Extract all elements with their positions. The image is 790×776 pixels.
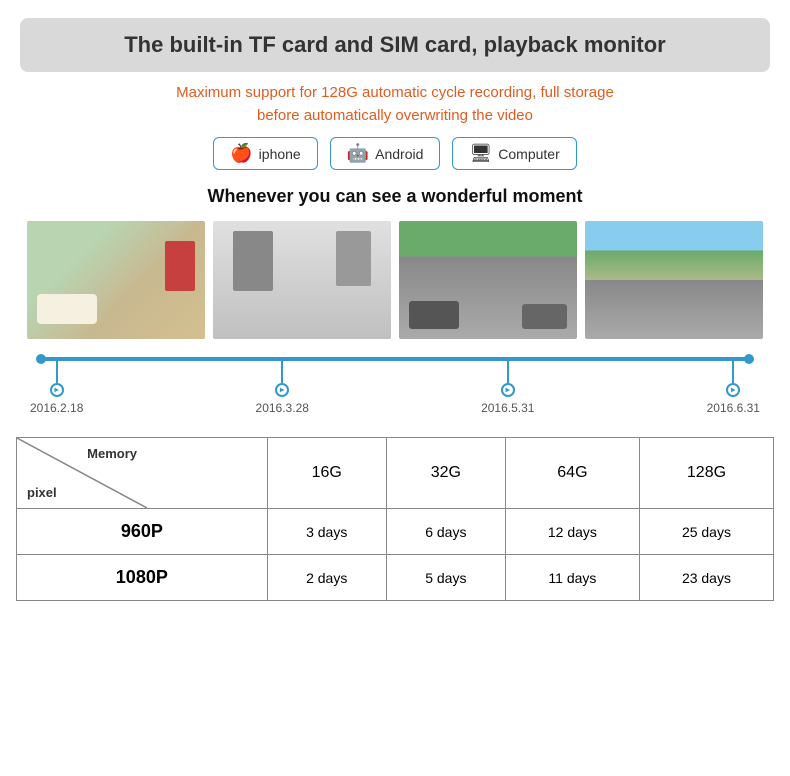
platform-buttons: 🍎 iphone 🤖 Android 🖥 Computer <box>0 137 790 170</box>
resolution-1080P: 1080P <box>17 555 268 601</box>
table-cell-0-2: 12 days <box>505 509 639 555</box>
table-cell-0-0: 3 days <box>267 509 386 555</box>
timeline-date-1: 2016.2.18 <box>30 401 83 415</box>
col-header-128g: 128G <box>639 438 773 509</box>
table-cell-1-2: 11 days <box>505 555 639 601</box>
table-cell-0-3: 25 days <box>639 509 773 555</box>
subtitle: Maximum support for 128G automatic cycle… <box>20 82 770 127</box>
timeline-section: 2016.2.18 2016.3.28 2016.5.31 2016.6.31 <box>30 357 760 415</box>
photo-living-room <box>27 221 205 339</box>
timeline-marker-2: 2016.3.28 <box>256 361 309 415</box>
iphone-button[interactable]: 🍎 iphone <box>213 137 317 170</box>
timeline-date-3: 2016.5.31 <box>481 401 534 415</box>
subtitle-line2: before automatically overwriting the vid… <box>257 107 533 124</box>
android-icon: 🤖 <box>347 143 369 164</box>
header-banner: The built-in TF card and SIM card, playb… <box>20 18 770 72</box>
timeline-dot-3 <box>501 383 515 397</box>
table-cell-1-3: 23 days <box>639 555 773 601</box>
android-button[interactable]: 🤖 Android <box>330 137 441 170</box>
timeline-stick-4 <box>732 361 734 383</box>
computer-button[interactable]: 🖥 Computer <box>452 137 576 170</box>
table-cell-1-0: 2 days <box>267 555 386 601</box>
computer-label: Computer <box>498 146 559 162</box>
table-cell-0-1: 6 days <box>386 509 505 555</box>
diagonal-header-cell: Memory pixel <box>17 438 268 509</box>
timeline-dot-2 <box>275 383 289 397</box>
photo-strip <box>16 221 774 339</box>
timeline-marker-4: 2016.6.31 <box>707 361 760 415</box>
moment-heading: Whenever you can see a wonderful moment <box>0 186 790 207</box>
subtitle-line1: Maximum support for 128G automatic cycle… <box>176 84 614 101</box>
computer-icon: 🖥 <box>469 143 492 164</box>
storage-table: Memory pixel 16G 32G 64G 128G 960P3 days… <box>16 437 774 601</box>
photo-store <box>213 221 391 339</box>
col-header-32g: 32G <box>386 438 505 509</box>
photo-parking <box>399 221 577 339</box>
photo-road <box>585 221 763 339</box>
timeline-dot-1 <box>50 383 64 397</box>
timeline-stick-2 <box>281 361 283 383</box>
timeline-stick-1 <box>56 361 58 383</box>
apple-icon: 🍎 <box>230 143 252 164</box>
resolution-960P: 960P <box>17 509 268 555</box>
col-header-16g: 16G <box>267 438 386 509</box>
timeline-stick-3 <box>507 361 509 383</box>
memory-label: Memory <box>87 446 137 461</box>
android-label: Android <box>375 146 423 162</box>
diagonal-header: Memory pixel <box>17 438 147 508</box>
col-header-64g: 64G <box>505 438 639 509</box>
table-cell-1-1: 5 days <box>386 555 505 601</box>
banner-text: The built-in TF card and SIM card, playb… <box>124 32 666 57</box>
timeline-marker-1: 2016.2.18 <box>30 361 83 415</box>
timeline-markers: 2016.2.18 2016.3.28 2016.5.31 2016.6.31 <box>30 361 760 415</box>
pixel-label: pixel <box>27 485 57 500</box>
iphone-label: iphone <box>259 146 301 162</box>
timeline-date-4: 2016.6.31 <box>707 401 760 415</box>
timeline-marker-3: 2016.5.31 <box>481 361 534 415</box>
timeline-date-2: 2016.3.28 <box>256 401 309 415</box>
timeline-dot-4 <box>726 383 740 397</box>
storage-table-section: Memory pixel 16G 32G 64G 128G 960P3 days… <box>16 437 774 601</box>
